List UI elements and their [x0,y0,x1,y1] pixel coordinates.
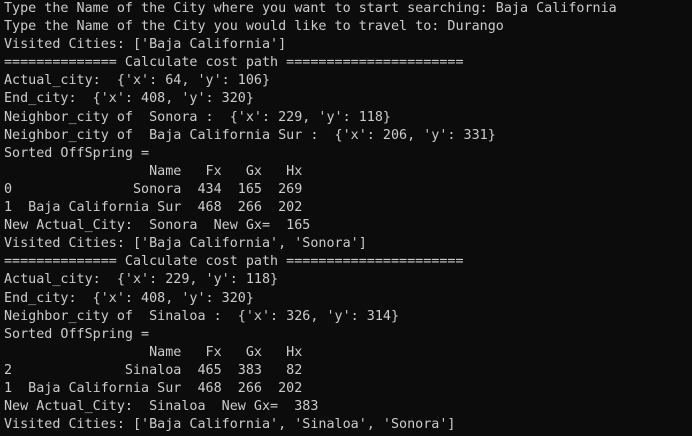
terminal-output[interactable]: Type the Name of the City where you want… [0,0,692,436]
end-city-line: End_city: {'x': 408, 'y': 320} [4,91,254,107]
offspring-table-row: 0 Sonora 434 165 269 [4,181,303,197]
end-city-line: End_city: {'x': 408, 'y': 320} [4,290,254,306]
prompt-destination-city: Type the Name of the City you would like… [4,19,504,35]
neighbor-city-line: Neighbor_city of Sonora : {'x': 229, 'y'… [4,109,391,125]
visited-cities-line: Visited Cities: ['Baja California', 'Sin… [4,417,456,433]
new-actual-city-line: New Actual_City: Sonora New Gx= 165 [4,218,311,234]
offspring-table-row: 2 Sinaloa 465 383 82 [4,362,303,378]
actual-city-line: Actual_city: {'x': 64, 'y': 106} [4,73,271,89]
sorted-offspring-heading: Sorted OffSpring = [4,326,150,342]
offspring-table-header: Name Fx Gx Hx [4,344,303,360]
section-separator: ============== Calculate cost path =====… [4,254,464,270]
visited-cities-line: Visited Cities: ['Baja California', 'Son… [4,236,367,252]
visited-cities-line: Visited Cities: ['Baja California'] [4,37,287,53]
offspring-table-header: Name Fx Gx Hx [4,163,303,179]
sorted-offspring-heading: Sorted OffSpring = [4,145,150,161]
neighbor-city-line: Neighbor_city of Baja California Sur : {… [4,127,496,143]
prompt-start-city: Type the Name of the City where you want… [4,1,617,16]
offspring-table-row: 1 Baja California Sur 468 266 202 [4,380,303,396]
offspring-table-row: 1 Baja California Sur 468 266 202 [4,200,303,216]
new-actual-city-line: New Actual_City: Sinaloa New Gx= 383 [4,399,319,415]
actual-city-line: Actual_city: {'x': 229, 'y': 118} [4,272,279,288]
section-separator: ============== Calculate cost path =====… [4,55,464,71]
neighbor-city-line: Neighbor_city of Sinaloa : {'x': 326, 'y… [4,308,400,324]
